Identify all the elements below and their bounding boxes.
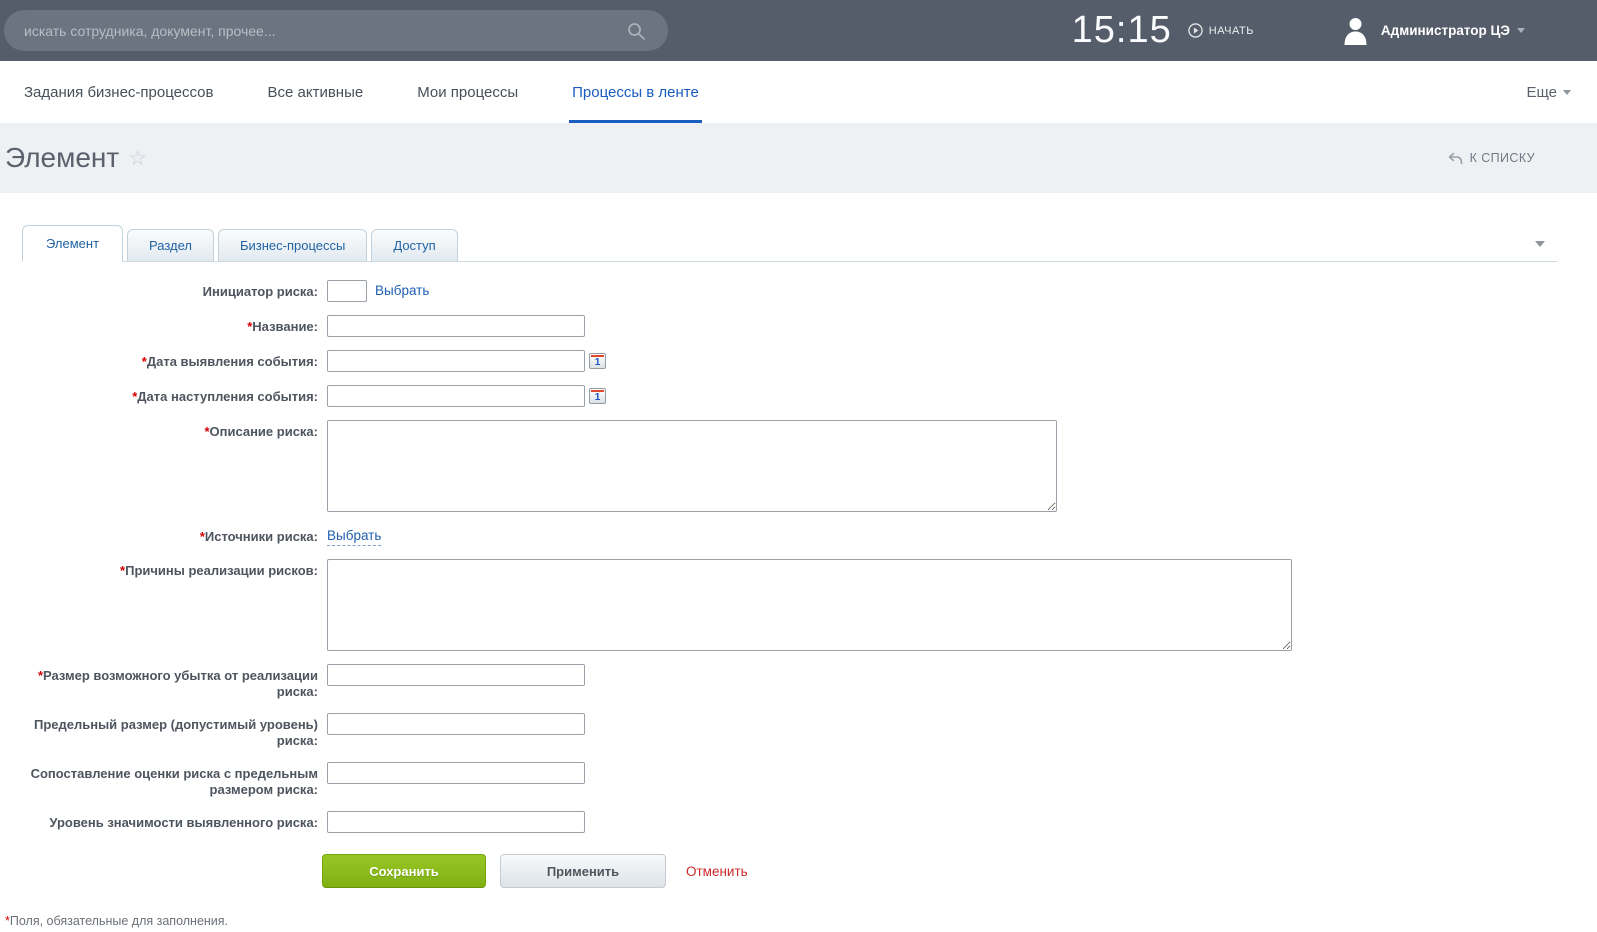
chevron-down-icon (1563, 90, 1571, 95)
tab-business-processes[interactable]: Бизнес-процессы (218, 229, 367, 261)
save-button[interactable]: Сохранить (322, 854, 486, 888)
field-label: Уровень значимости выявленного риска: (0, 811, 318, 833)
risk-limit-input[interactable] (327, 713, 585, 735)
field-label: *Источники риска: (0, 525, 318, 546)
play-icon (1188, 23, 1203, 38)
risk-initiator-input[interactable] (327, 280, 367, 302)
risk-sources-choose-link[interactable]: Выбрать (327, 527, 381, 546)
user-name: Администратор ЦЭ (1381, 23, 1510, 38)
page-header: Элемент ☆ К СПИСКУ (0, 123, 1597, 193)
field-label: *Описание риска: (0, 420, 318, 512)
field-label: *Дата выявления события: (0, 350, 318, 372)
risk-comparison-input[interactable] (327, 762, 585, 784)
user-avatar-icon (1342, 16, 1369, 45)
section-nav: Задания бизнес-процессов Все активные Мо… (0, 61, 1597, 123)
nav-item-bp-tasks[interactable]: Задания бизнес-процессов (24, 61, 213, 123)
field-row-risk-limit: Предельный размер (допустимый уровень) р… (0, 713, 1597, 749)
field-row-risk-description: *Описание риска: (0, 420, 1597, 512)
field-row-risk-initiator: Инициатор риска: Выбрать (0, 280, 1597, 302)
name-input[interactable] (327, 315, 585, 337)
nav-more-label: Еще (1526, 84, 1557, 101)
field-label: Сопоставление оценки риска с предельным … (0, 762, 318, 798)
field-label: Предельный размер (допустимый уровень) р… (0, 713, 318, 749)
risk-causes-textarea[interactable] (327, 559, 1292, 651)
tab-element[interactable]: Элемент (22, 225, 123, 262)
field-row-risk-significance: Уровень значимости выявленного риска: (0, 811, 1597, 833)
field-row-risk-causes: *Причины реализации рисков: (0, 559, 1597, 651)
field-row-risk-comparison: Сопоставление оценки риска с предельным … (0, 762, 1597, 798)
risk-significance-input[interactable] (327, 811, 585, 833)
worktime-start-button[interactable]: НАЧАТЬ (1188, 23, 1254, 38)
nav-more-menu[interactable]: Еще (1526, 61, 1571, 123)
worktime-clock: 15:15 (1072, 9, 1172, 52)
field-label: *Дата наступления события: (0, 385, 318, 407)
return-arrow-icon (1448, 152, 1463, 165)
search-input[interactable] (22, 22, 626, 40)
field-row-occurrence-date: *Дата наступления события: 1 (0, 385, 1597, 407)
search-icon[interactable] (626, 21, 646, 41)
field-row-risk-sources: *Источники риска: Выбрать (0, 525, 1597, 546)
user-menu[interactable]: Администратор ЦЭ (1342, 16, 1525, 45)
tab-access[interactable]: Доступ (371, 229, 457, 261)
required-fields-note: *Поля, обязательные для заполнения. (5, 914, 1597, 928)
risk-initiator-choose-link[interactable]: Выбрать (375, 280, 429, 302)
field-label: *Название: (0, 315, 318, 337)
nav-item-my-processes[interactable]: Мои процессы (417, 61, 518, 123)
back-to-list-label: К СПИСКУ (1470, 151, 1535, 165)
calendar-icon[interactable]: 1 (589, 353, 606, 369)
back-to-list-link[interactable]: К СПИСКУ (1448, 151, 1535, 165)
field-row-name: *Название: (0, 315, 1597, 337)
nav-item-all-active[interactable]: Все активные (267, 61, 363, 123)
nav-item-processes-feed[interactable]: Процессы в ленте (572, 61, 699, 123)
risk-description-textarea[interactable] (327, 420, 1057, 512)
global-search[interactable] (4, 10, 668, 51)
element-form: Инициатор риска: Выбрать *Название: *Дат… (0, 280, 1597, 928)
field-row-detection-date: *Дата выявления события: 1 (0, 350, 1597, 372)
cancel-link[interactable]: Отменить (686, 864, 748, 879)
calendar-icon-glyph: 1 (590, 393, 605, 403)
tab-section[interactable]: Раздел (127, 229, 214, 261)
topbar: 15:15 НАЧАТЬ Администратор ЦЭ (0, 0, 1597, 61)
tabs-dropdown-icon[interactable] (1535, 241, 1545, 247)
field-label: Инициатор риска: (0, 280, 318, 302)
field-label: *Причины реализации рисков: (0, 559, 318, 651)
main-content: Элемент Раздел Бизнес-процессы Доступ Ин… (0, 225, 1597, 928)
occurrence-date-input[interactable] (327, 385, 585, 407)
field-row-possible-loss: *Размер возможного убытка от реализации … (0, 664, 1597, 700)
apply-button[interactable]: Применить (500, 854, 666, 888)
worktime-start-label: НАЧАТЬ (1209, 25, 1254, 37)
chevron-down-icon (1517, 28, 1525, 33)
form-tabs: Элемент Раздел Бизнес-процессы Доступ (22, 225, 1557, 262)
detection-date-input[interactable] (327, 350, 585, 372)
field-label: *Размер возможного убытка от реализации … (0, 664, 318, 700)
page-title: Элемент (5, 142, 119, 174)
possible-loss-input[interactable] (327, 664, 585, 686)
form-actions: Сохранить Применить Отменить (322, 854, 1597, 888)
calendar-icon-glyph: 1 (590, 358, 605, 368)
calendar-icon[interactable]: 1 (589, 388, 606, 404)
favorite-star-icon[interactable]: ☆ (128, 146, 147, 171)
